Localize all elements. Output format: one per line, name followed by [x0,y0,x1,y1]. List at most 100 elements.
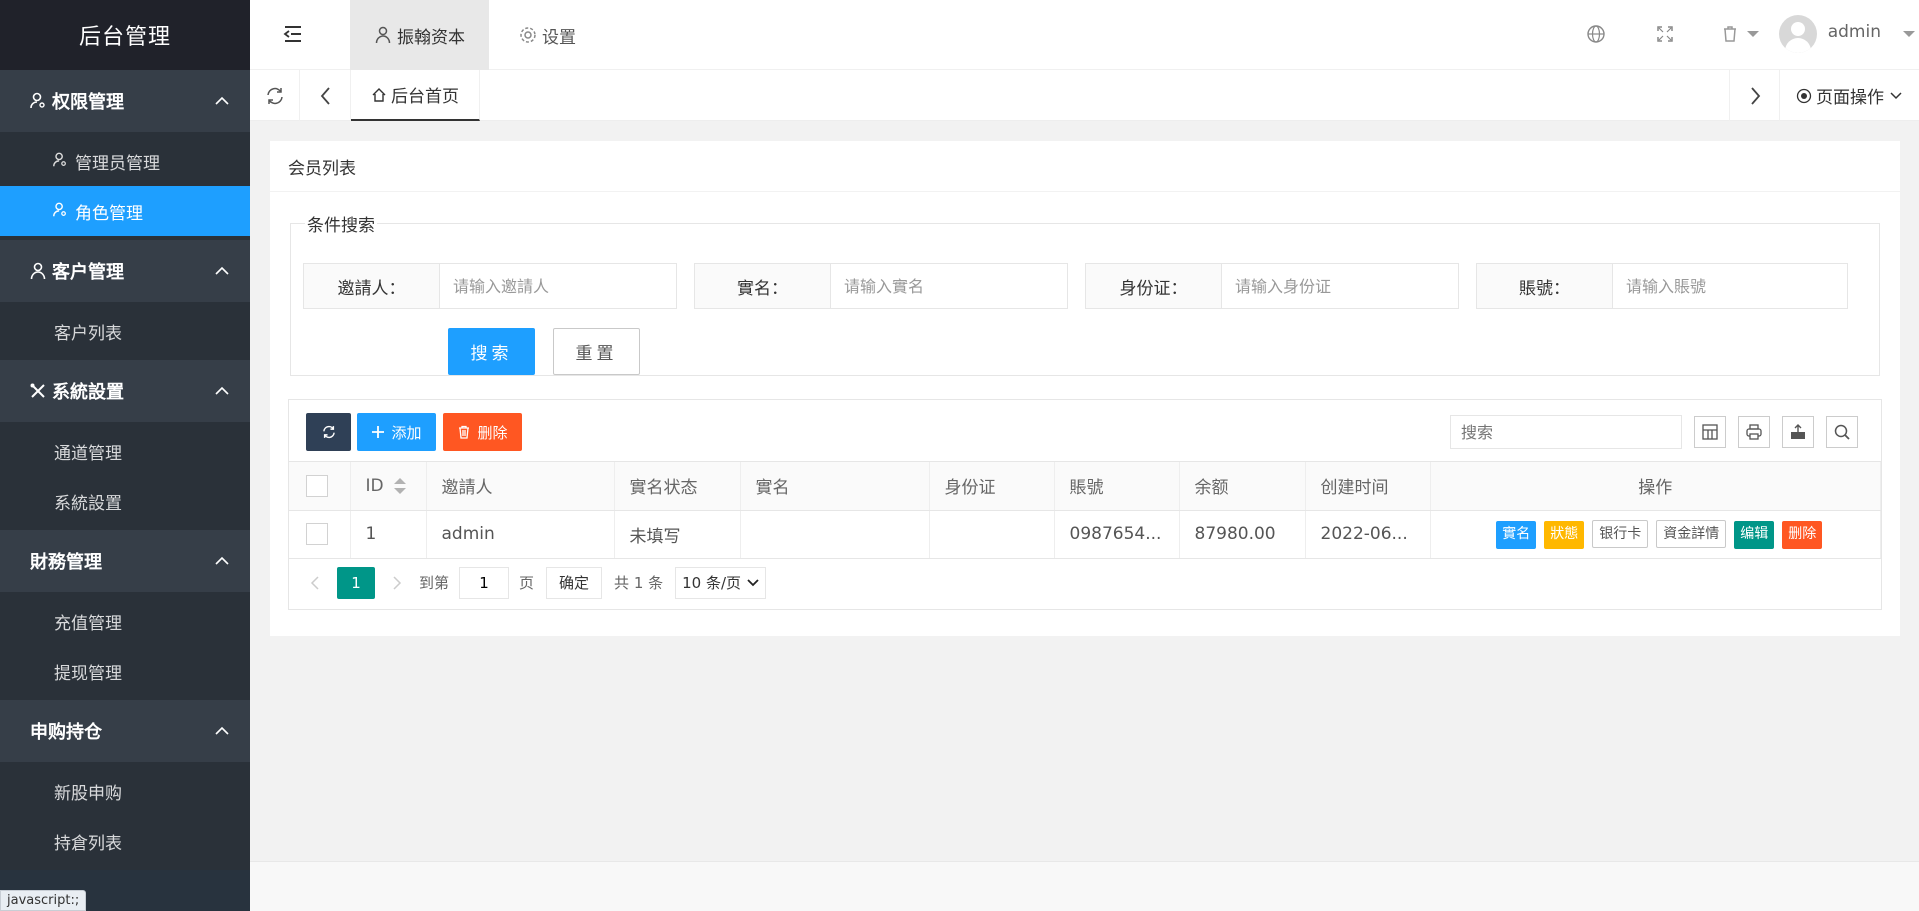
inviter-field: 邀請人： [303,263,677,309]
caret-down-icon [1747,31,1759,37]
header-tab-settings[interactable]: 设置 [495,0,600,70]
columns-icon [1702,424,1718,440]
nav-group-subscriptions[interactable]: 申购持仓 [0,700,250,762]
refresh-button[interactable] [250,70,300,121]
header-tab-label: 振翰资本 [397,27,465,48]
sidebar-item-ipo[interactable]: 新股申购 [0,766,250,816]
tab-label: 后台首页 [391,87,459,107]
sidebar-item-roles[interactable]: 角色管理 [0,186,250,236]
header-tab-company[interactable]: 振翰资本 [350,0,489,70]
page-size-select[interactable]: 10 条/页 [675,566,767,599]
app-logo[interactable]: 后台管理 [0,0,250,70]
realname-field: 實名： [694,263,1068,309]
sidebar-item-label: 角色管理 [75,203,143,224]
print-icon [1746,424,1762,440]
refresh-icon [266,87,283,104]
nav-group-permissions[interactable]: 权限管理 [0,70,250,132]
page-ops-label: 页面操作 [1816,88,1884,108]
top-header: 振翰资本 设置 admin [250,0,1919,70]
sidebar-item-label: 系統設置 [54,493,122,514]
sort-icon[interactable] [393,477,406,494]
chevron-right-icon [1750,86,1760,105]
sidebar-item-settings[interactable]: 系統設置 [0,476,250,526]
nav-group-items: 管理员管理 角色管理 [0,132,250,240]
select-all-checkbox[interactable] [306,474,328,497]
tab-home[interactable]: 后台首页 [351,70,480,121]
menu-toggle-icon[interactable] [282,23,304,45]
chevron-up-icon [215,556,229,565]
sidebar-item-customer-list[interactable]: 客户列表 [0,306,250,356]
row-checkbox[interactable] [306,523,328,545]
chevron-up-icon [215,726,229,735]
reset-button[interactable]: 重置 [553,328,640,375]
sidebar: 后台管理 权限管理 管理员管理 角色管理 客户管理 客户列表 系統設置 通道管理… [0,0,250,911]
sidebar-item-label: 充值管理 [54,613,122,634]
tools-icon [28,381,48,401]
caret-down-icon[interactable] [1903,31,1915,37]
table-header-row: ID 邀請人 實名状态 實名 身份证 賬號 余额 创建时间 操作 [289,462,1881,511]
clear-cache-dropdown[interactable] [1719,23,1759,45]
print-button[interactable] [1738,416,1770,448]
chevron-up-icon [215,266,229,275]
avatar[interactable] [1779,15,1817,53]
header-tab-label: 设置 [542,27,576,48]
trash-icon [457,425,472,440]
bank-card-action-button[interactable]: 银行卡 [1592,519,1649,548]
card-title: 会员列表 [270,141,1900,192]
export-button[interactable] [1782,416,1814,448]
delete-action-button[interactable]: 删除 [1782,520,1823,549]
delete-button[interactable]: 删除 [443,413,522,451]
nav-group-system[interactable]: 系統設置 [0,360,250,422]
tabs-scroll-left-button[interactable] [301,70,351,121]
page-tabs-bar: 后台首页 页面操作 [250,70,1919,121]
realname-label: 實名： [695,264,831,308]
sidebar-item-admin[interactable]: 管理员管理 [0,136,250,186]
tabs-scroll-right-button[interactable] [1729,70,1779,121]
search-toggle-button[interactable] [1826,416,1858,448]
col-inviter: 邀請人 [426,462,615,511]
cell-actions: 實名 狀態 银行卡 資金詳情 编辑 删除 [1430,510,1881,559]
nav-group-label: 財務管理 [30,552,102,573]
table-search-input[interactable] [1450,415,1682,449]
page-operations-dropdown[interactable]: 页面操作 [1779,70,1919,121]
sidebar-item-label: 持倉列表 [54,833,122,854]
sidebar-item-positions[interactable]: 持倉列表 [0,816,250,866]
next-page-button[interactable] [385,571,409,595]
nav-group-customers[interactable]: 客户管理 [0,240,250,302]
idcard-input[interactable] [1222,264,1458,308]
columns-filter-button[interactable] [1694,416,1726,448]
table-row: 1 admin 未填写 0987654... 87980.00 2022-06.… [289,510,1881,559]
current-page[interactable]: 1 [337,566,375,599]
inviter-input[interactable] [440,264,676,308]
account-input[interactable] [1613,264,1847,308]
search-button[interactable]: 搜索 [448,328,535,375]
search-legend: 条件搜索 [307,216,375,236]
prev-page-button[interactable] [303,571,327,595]
nav-group-finance[interactable]: 財務管理 [0,530,250,592]
sidebar-item-channels[interactable]: 通道管理 [0,426,250,476]
goto-page-input[interactable] [459,566,510,599]
reload-table-button[interactable] [306,413,351,451]
goto-label: 到第 [419,574,450,592]
globe-icon[interactable] [1585,23,1607,45]
status-action-button[interactable]: 狀態 [1544,520,1585,549]
sidebar-item-withdraw[interactable]: 提现管理 [0,646,250,696]
realname-action-button[interactable]: 實名 [1496,520,1537,549]
col-id[interactable]: ID [350,462,427,511]
gear-icon [519,26,537,44]
nav-group-label: 客户管理 [52,262,124,283]
fund-details-action-button[interactable]: 資金詳情 [1656,519,1727,548]
account-field: 賬號： [1476,263,1848,309]
realname-input[interactable] [831,264,1067,308]
edit-action-button[interactable]: 编辑 [1734,520,1775,549]
chevron-up-icon [215,96,229,105]
sidebar-item-label: 管理员管理 [75,153,160,174]
nav-group-label: 权限管理 [52,92,124,113]
goto-confirm-button[interactable]: 确定 [546,566,603,599]
fullscreen-icon[interactable] [1654,23,1676,45]
search-panel: 条件搜索 邀請人： 實名： 身份证： 賬號： 搜索 重置 [290,211,1880,376]
add-button[interactable]: 添加 [357,413,436,451]
user-name[interactable]: admin [1828,22,1881,42]
sidebar-item-recharge[interactable]: 充值管理 [0,596,250,646]
member-table-panel: 添加 删除 搜索 ID 邀請人 實名状态 實名 身份证 賬號 余额 创建时间 操… [288,399,1882,610]
